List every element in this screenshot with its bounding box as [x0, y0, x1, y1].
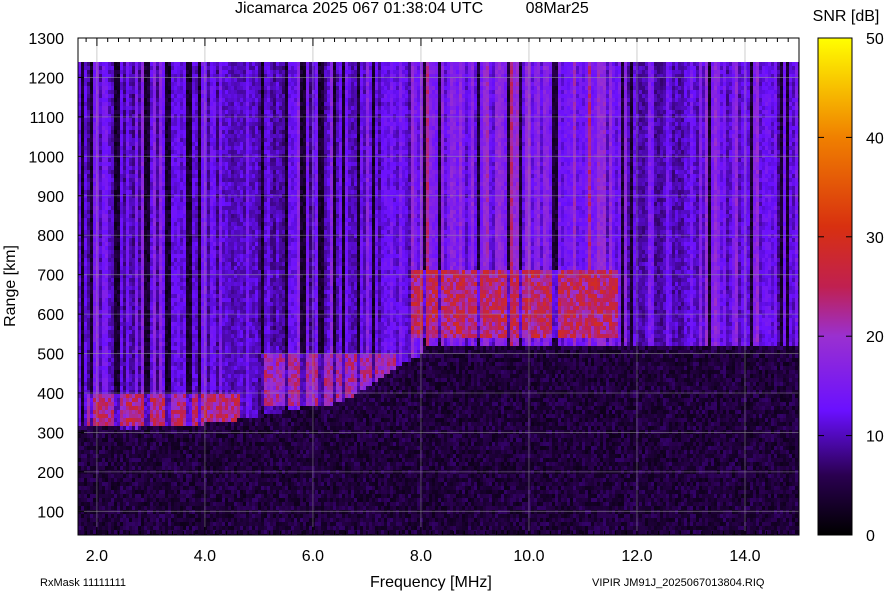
y-tick-label: 600 — [37, 307, 64, 324]
y-tick-label: 500 — [37, 347, 64, 364]
y-tick-label: 900 — [37, 189, 64, 206]
colorbar-tick-label: 10 — [866, 429, 884, 446]
ionogram-chart: 2.0 4.0 6.0 8.0 10.0 12.0 14.0 100200300400500… — [0, 0, 884, 595]
colorbar-tick-label: 0 — [866, 528, 875, 545]
colorbar — [818, 38, 852, 535]
x-tick-label: 14.0 — [729, 548, 760, 565]
y-tick-label: 1100 — [30, 110, 65, 127]
y-axis-ticks: 100 200 300 400 500 600 700 800 900 1000 1100 1200 1… — [28, 31, 84, 521]
y-tick-label: 400 — [37, 386, 64, 403]
colorbar-tick-label: 30 — [866, 230, 884, 247]
y-tick-label: 1000 — [28, 149, 64, 166]
colorbar-tick-label: 40 — [866, 130, 884, 147]
rxmask-label: RxMask 11111111 — [40, 577, 126, 589]
x-tick-label: 4.0 — [194, 548, 216, 565]
y-tick-label: 200 — [37, 465, 64, 482]
y-tick-label: 300 — [37, 425, 64, 442]
y-tick-label: 100 — [37, 504, 64, 521]
colorbar-label: SNR [dB] — [813, 8, 880, 25]
x-tick-label: 2.0 — [86, 548, 108, 565]
x-tick-label: 10.0 — [513, 548, 544, 565]
x-tick-label: 12.0 — [621, 548, 652, 565]
x-tick-label: 6.0 — [302, 548, 324, 565]
y-tick-label: 1300 — [28, 31, 64, 48]
file-label: VIPIR JM91J_2025067013804.RIQ — [592, 577, 764, 589]
y-tick-label: 700 — [37, 268, 64, 285]
y-tick-label: 800 — [37, 228, 64, 245]
y-tick-label: 1200 — [28, 70, 64, 87]
colorbar-tick-label: 20 — [866, 329, 884, 346]
heatmap-area — [78, 38, 801, 538]
y-axis-label: Range [km] — [2, 245, 19, 327]
colorbar-tick-label: 50 — [866, 31, 884, 48]
x-axis-label: Frequency [MHz] — [370, 574, 492, 592]
x-tick-label: 8.0 — [410, 548, 432, 565]
